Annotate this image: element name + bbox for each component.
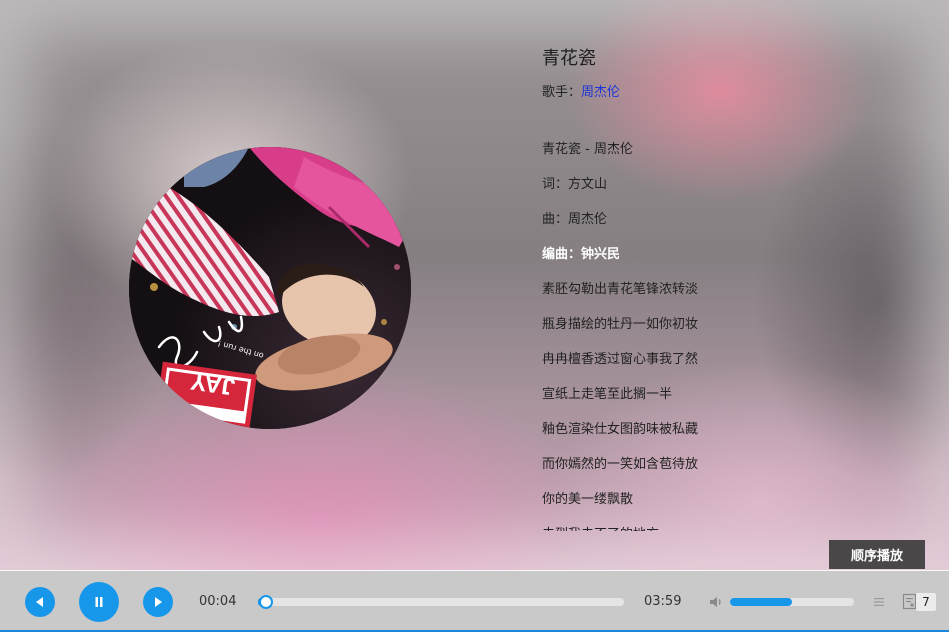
pause-button[interactable] xyxy=(79,582,119,622)
lyric-line: 而你嫣然的一笑如含苞待放 xyxy=(542,457,699,472)
volume-icon[interactable] xyxy=(708,594,724,610)
singer-row: 歌手：周杰伦 xyxy=(542,81,620,100)
previous-track-button[interactable] xyxy=(25,587,55,617)
lyric-line: 青花瓷 - 周杰伦 xyxy=(542,142,633,157)
next-triangle-icon xyxy=(155,597,162,607)
prev-triangle-icon xyxy=(36,597,43,607)
lyric-line: 冉冉檀香透过窗心事我了然 xyxy=(542,352,699,367)
lyric-line: 编曲：钟兴民 xyxy=(542,247,621,262)
album-cover-title: JAY xyxy=(188,367,237,401)
lyric-line: 你的美一缕飘散 xyxy=(542,492,634,507)
singer-label: 歌手： xyxy=(542,85,582,100)
lyric-line: 瓶身描绘的牡丹一如你初妆 xyxy=(542,317,699,332)
lyric-line: 宣纸上走笔至此搁一半 xyxy=(542,387,673,402)
lyric-line: 去到我去不了的地方 xyxy=(542,515,802,531)
volume-slider[interactable] xyxy=(730,598,854,606)
progress-handle[interactable] xyxy=(259,595,274,609)
song-title: 青花瓷 xyxy=(542,48,596,69)
volume-fill xyxy=(730,598,792,606)
current-time: 00:04 xyxy=(199,594,237,609)
pause-icon xyxy=(95,597,103,607)
lyric-line: 釉色渲染仕女图韵味被私藏 xyxy=(542,422,699,437)
lyric-line: 曲：周杰伦 xyxy=(542,212,608,227)
player-control-bar: 00:04 03:59 7 xyxy=(0,570,949,632)
progress-slider[interactable] xyxy=(258,595,624,609)
lyric-line: 词：方文山 xyxy=(542,177,608,192)
next-track-button[interactable] xyxy=(143,587,173,617)
lyrics-panel[interactable]: 青花瓷 - 周杰伦 词：方文山 曲：周杰伦 编曲：钟兴民 素胚勾勒出青花笔锋浓转… xyxy=(542,130,802,531)
singer-link[interactable]: 周杰伦 xyxy=(581,85,620,100)
playlist-count-badge: 7 xyxy=(916,593,936,611)
album-cover-disc: JAY on the run ! xyxy=(129,147,411,429)
play-mode-button[interactable]: 顺序播放 xyxy=(829,540,925,569)
lyric-line: 素胚勾勒出青花笔锋浓转淡 xyxy=(542,282,699,297)
total-time: 03:59 xyxy=(644,594,682,609)
lyrics-list-icon[interactable] xyxy=(872,595,886,609)
